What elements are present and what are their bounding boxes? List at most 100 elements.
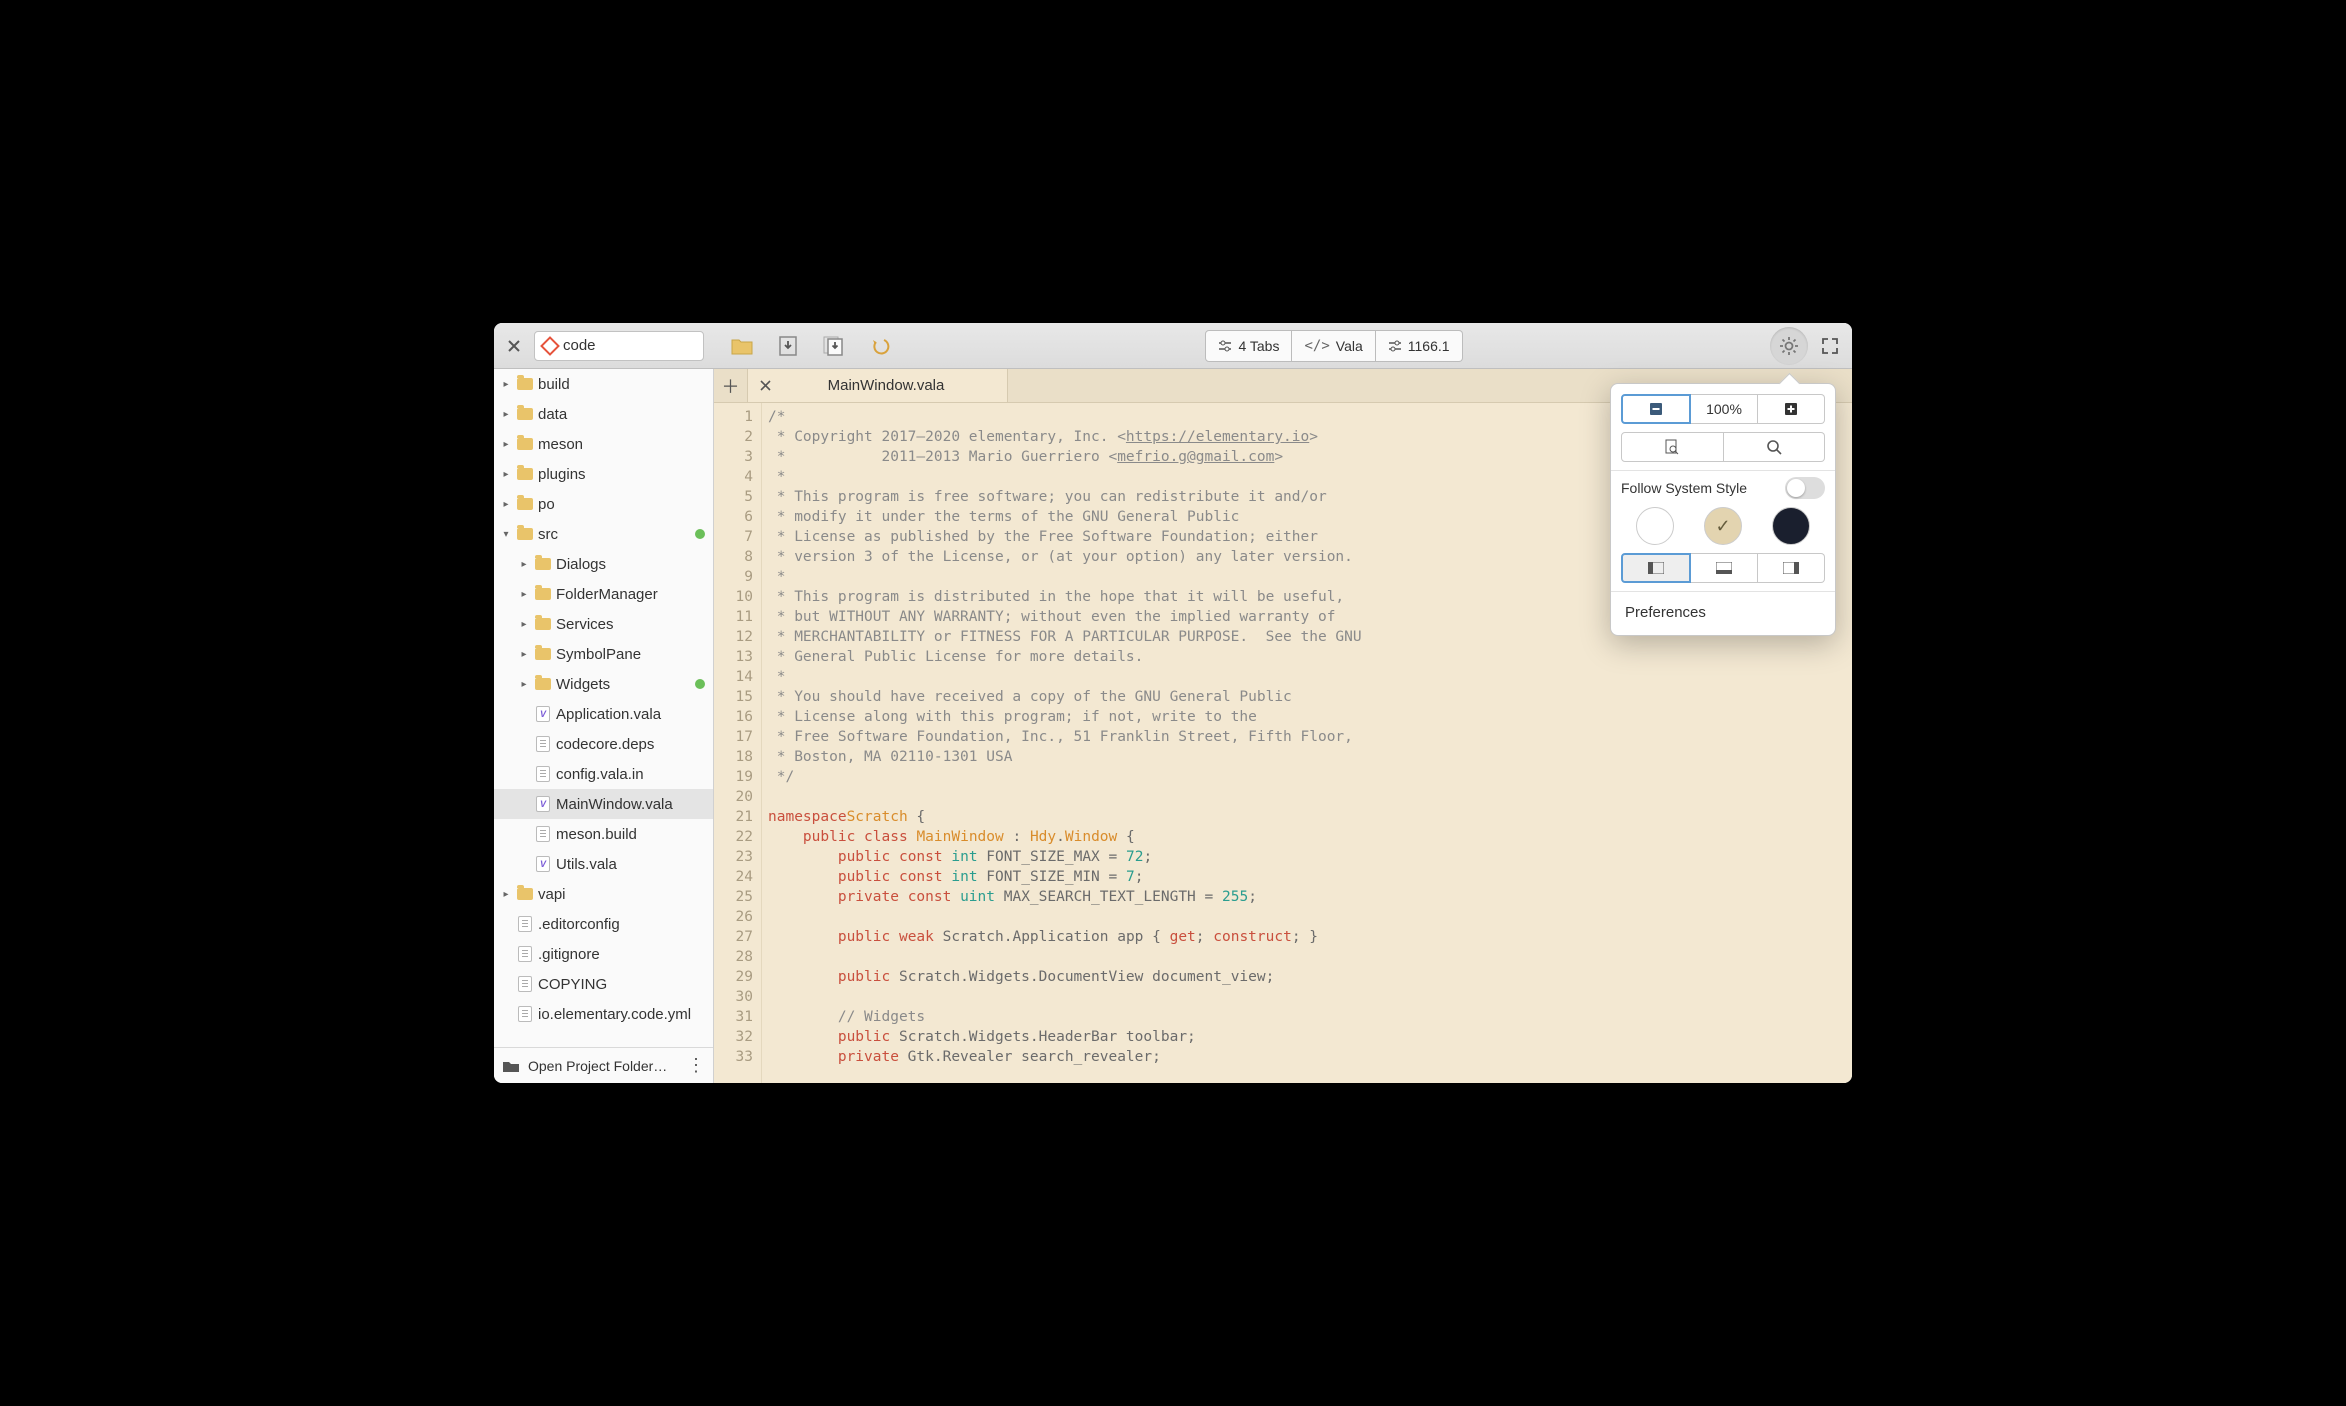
new-tab-button[interactable]: ＋ bbox=[714, 369, 748, 402]
tree-item[interactable]: ▸plugins bbox=[494, 459, 713, 489]
tree-item[interactable]: codecore.deps bbox=[494, 729, 713, 759]
tabs-indicator-button[interactable]: 4 Tabs bbox=[1205, 330, 1292, 362]
settings-menu-button[interactable] bbox=[1770, 327, 1808, 365]
position-indicator-button[interactable]: 1166.1 bbox=[1376, 330, 1463, 362]
tree-item[interactable]: ▸ Widgets bbox=[494, 669, 713, 699]
theme-sepia-button[interactable]: ✓ bbox=[1704, 507, 1742, 545]
tree-item[interactable]: ▸vapi bbox=[494, 879, 713, 909]
follow-system-style-row: Follow System Style bbox=[1621, 477, 1825, 499]
code-app-icon bbox=[540, 336, 560, 356]
layout-left-panel-button[interactable] bbox=[1621, 553, 1691, 583]
tree-item[interactable]: ▸ data bbox=[494, 399, 713, 429]
zoom-out-button[interactable] bbox=[1621, 394, 1691, 424]
open-project-folder-button[interactable]: Open Project Folder… bbox=[528, 1058, 679, 1074]
zoom-level-label[interactable]: 100% bbox=[1691, 394, 1758, 424]
theme-chooser: ✓ bbox=[1621, 507, 1825, 545]
folder-icon bbox=[516, 525, 534, 543]
expand-arrow-icon[interactable]: ▸ bbox=[518, 559, 530, 570]
expand-arrow-icon[interactable]: ▸ bbox=[518, 589, 530, 600]
text-file-icon bbox=[516, 975, 534, 993]
expand-arrow-icon[interactable]: ▸ bbox=[500, 889, 512, 900]
tree-item[interactable]: VApplication.vala bbox=[494, 699, 713, 729]
tree-item-label: FolderManager bbox=[556, 586, 658, 603]
folder-icon bbox=[516, 405, 534, 423]
revert-button[interactable] bbox=[862, 330, 898, 362]
sliders-icon bbox=[1388, 340, 1402, 352]
tree-item-label: Application.vala bbox=[556, 706, 661, 723]
tree-item[interactable]: ▸po bbox=[494, 489, 713, 519]
tree-item-label: MainWindow.vala bbox=[556, 796, 673, 813]
tree-item[interactable]: ▸ Dialogs bbox=[494, 549, 713, 579]
search-button[interactable] bbox=[1724, 432, 1826, 462]
panel-left-icon bbox=[1648, 562, 1664, 574]
tree-item[interactable]: ▾ src bbox=[494, 519, 713, 549]
close-tab-button[interactable] bbox=[760, 380, 771, 391]
tree-item[interactable]: io.elementary.code.yml bbox=[494, 999, 713, 1029]
expand-arrow-icon[interactable]: ▸ bbox=[518, 649, 530, 660]
tree-item[interactable]: ▸ SymbolPane bbox=[494, 639, 713, 669]
tree-item[interactable]: ▸meson bbox=[494, 429, 713, 459]
sidebar-more-button[interactable]: ⋮ bbox=[687, 1055, 705, 1076]
expand-arrow-icon[interactable]: ▸ bbox=[500, 499, 512, 510]
toolbar-left-group bbox=[724, 330, 898, 362]
tree-item[interactable]: .editorconfig bbox=[494, 909, 713, 939]
folder-icon bbox=[516, 885, 534, 903]
gear-icon bbox=[1779, 336, 1799, 356]
tree-item[interactable]: ▸ FolderManager bbox=[494, 579, 713, 609]
save-button[interactable] bbox=[770, 330, 806, 362]
document-tab[interactable]: MainWindow.vala bbox=[748, 369, 1008, 402]
expand-arrow-icon[interactable]: ▸ bbox=[500, 469, 512, 480]
vala-file-icon: V bbox=[534, 705, 552, 723]
tab-title: MainWindow.vala bbox=[781, 377, 991, 394]
expand-arrow-icon[interactable]: ▸ bbox=[500, 379, 512, 390]
git-changed-indicator bbox=[695, 679, 705, 689]
folder-icon bbox=[516, 375, 534, 393]
sidebar-footer: Open Project Folder… ⋮ bbox=[494, 1047, 713, 1083]
expand-arrow-icon[interactable]: ▸ bbox=[518, 619, 530, 630]
tree-item[interactable]: COPYING bbox=[494, 969, 713, 999]
tree-item[interactable]: VMainWindow.vala bbox=[494, 789, 713, 819]
vala-file-icon: V bbox=[534, 855, 552, 873]
find-in-page-button[interactable] bbox=[1621, 432, 1724, 462]
project-title-field[interactable]: code bbox=[534, 331, 704, 361]
expand-arrow-icon[interactable]: ▸ bbox=[518, 679, 530, 690]
folder-icon bbox=[534, 615, 552, 633]
tree-item-label: build bbox=[538, 376, 570, 393]
tree-item-label: SymbolPane bbox=[556, 646, 641, 663]
window-close-button[interactable] bbox=[502, 331, 526, 361]
tree-item[interactable]: .gitignore bbox=[494, 939, 713, 969]
tree-item-label: config.vala.in bbox=[556, 766, 644, 783]
tree-item-label: .editorconfig bbox=[538, 916, 620, 933]
tree-item-label: data bbox=[538, 406, 567, 423]
tree-item-label: Dialogs bbox=[556, 556, 606, 573]
tree-item-label: Widgets bbox=[556, 676, 610, 693]
language-indicator-button[interactable]: </> Vala bbox=[1292, 330, 1375, 362]
tree-item[interactable]: ▸Services bbox=[494, 609, 713, 639]
folder-icon bbox=[534, 585, 552, 603]
folder-icon bbox=[516, 495, 534, 513]
git-changed-indicator bbox=[695, 529, 705, 539]
zoom-in-button[interactable] bbox=[1758, 394, 1825, 424]
text-file-icon bbox=[534, 825, 552, 843]
open-folder-button[interactable] bbox=[724, 330, 760, 362]
tree-item[interactable]: meson.build bbox=[494, 819, 713, 849]
preferences-menu-item[interactable]: Preferences bbox=[1621, 596, 1825, 629]
expand-arrow-icon[interactable]: ▸ bbox=[500, 439, 512, 450]
layout-bottom-panel-button[interactable] bbox=[1691, 553, 1758, 583]
save-all-button[interactable] bbox=[816, 330, 852, 362]
folder-icon bbox=[516, 465, 534, 483]
file-tree[interactable]: ▸.github▸build▸data▸meson▸plugins▸po▾src… bbox=[494, 369, 713, 1047]
tree-item[interactable]: config.vala.in bbox=[494, 759, 713, 789]
theme-dark-button[interactable] bbox=[1772, 507, 1810, 545]
follow-system-style-switch[interactable] bbox=[1785, 477, 1825, 499]
tree-item[interactable]: ▸ build bbox=[494, 369, 713, 399]
expand-arrow-icon[interactable]: ▾ bbox=[500, 529, 512, 540]
expand-arrow-icon[interactable]: ▸ bbox=[500, 409, 512, 420]
folder-icon bbox=[534, 645, 552, 663]
layout-right-panel-button[interactable] bbox=[1758, 553, 1825, 583]
tree-item[interactable]: VUtils.vala bbox=[494, 849, 713, 879]
line-number-gutter: 1234567891011121314151617181920212223242… bbox=[714, 403, 762, 1083]
tree-item-label: src bbox=[538, 526, 558, 543]
fullscreen-button[interactable] bbox=[1816, 330, 1844, 362]
theme-light-button[interactable] bbox=[1636, 507, 1674, 545]
